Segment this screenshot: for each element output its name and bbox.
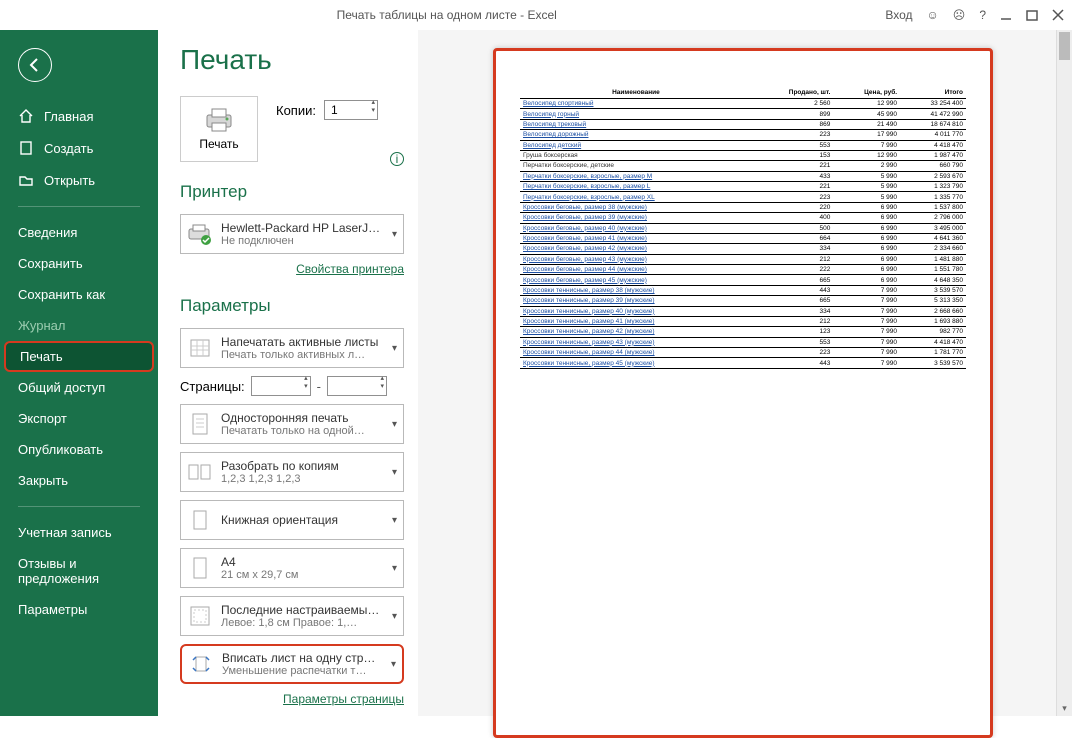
sidebar-label: Открыть xyxy=(44,173,95,188)
printer-name: Hewlett-Packard HP LaserJe… xyxy=(221,221,382,235)
sided-dropdown[interactable]: Односторонняя печатьПечатать только на о… xyxy=(180,404,404,444)
new-icon xyxy=(18,140,34,156)
printer-properties-link[interactable]: Свойства принтера xyxy=(180,262,404,276)
sidebar-label: Опубликовать xyxy=(18,442,103,457)
back-button[interactable] xyxy=(18,48,52,82)
page-single-icon xyxy=(187,409,213,439)
copies-label: Копии: xyxy=(276,103,316,118)
print-what-dropdown[interactable]: Напечатать активные листыПечать только а… xyxy=(180,328,404,368)
sidebar-label: Учетная запись xyxy=(18,525,112,540)
scroll-thumb[interactable] xyxy=(1059,32,1070,60)
chevron-down-icon: ▾ xyxy=(390,229,397,240)
sidebar-item-save[interactable]: Сохранить xyxy=(0,248,158,279)
page-title: Печать xyxy=(180,44,404,76)
preview-scrollbar[interactable]: ▴ ▾ xyxy=(1056,30,1072,716)
minimize-icon[interactable] xyxy=(1000,9,1012,21)
sidebar-item-export[interactable]: Экспорт xyxy=(0,403,158,434)
divider xyxy=(18,506,140,507)
preview-page: НаименованиеПродано, шт.Цена, руб.ИтогоВ… xyxy=(493,48,993,738)
margins-dropdown[interactable]: Последние настраиваемы…Левое: 1,8 см Пра… xyxy=(180,596,404,636)
copies-input[interactable]: 1 xyxy=(324,100,378,120)
sidebar-item-feedback[interactable]: Отзывы и предложения xyxy=(0,548,158,594)
pages-to-input[interactable] xyxy=(327,376,387,396)
folder-open-icon xyxy=(18,172,34,188)
printer-icon xyxy=(203,107,235,133)
chevron-down-icon: ▾ xyxy=(390,515,397,526)
print-preview-area: НаименованиеПродано, шт.Цена, руб.ИтогоВ… xyxy=(418,30,1072,716)
home-icon xyxy=(18,108,34,124)
portrait-icon xyxy=(187,505,213,535)
sidebar-label: Главная xyxy=(44,109,93,124)
params-heading: Параметры xyxy=(180,296,404,316)
backstage-sidebar: Главная Создать Открыть Сведения Сохрани… xyxy=(0,30,158,716)
maximize-icon[interactable] xyxy=(1026,9,1038,21)
sidebar-label: Общий доступ xyxy=(18,380,105,395)
sidebar-item-new[interactable]: Создать xyxy=(0,132,158,164)
sidebar-label: Экспорт xyxy=(18,411,67,426)
face-sad-icon[interactable]: ☹ xyxy=(953,8,966,22)
print-settings-panel: Печать Печать Копии: 1 Принтер i xyxy=(158,30,418,716)
sidebar-label: Параметры xyxy=(18,602,87,617)
margins-icon xyxy=(187,601,213,631)
sidebar-item-open[interactable]: Открыть xyxy=(0,164,158,196)
print-button-label: Печать xyxy=(199,137,238,151)
sheets-icon xyxy=(187,333,213,363)
sidebar-label: Сведения xyxy=(18,225,77,240)
print-button[interactable]: Печать xyxy=(180,96,258,162)
sidebar-label: Журнал xyxy=(18,318,65,333)
chevron-down-icon: ▾ xyxy=(390,343,397,354)
scaling-dropdown[interactable]: Вписать лист на одну стра…Уменьшение рас… xyxy=(180,644,404,684)
arrow-left-icon xyxy=(27,57,43,73)
orientation-dropdown[interactable]: Книжная ориентация ▾ xyxy=(180,500,404,540)
sidebar-item-close[interactable]: Закрыть xyxy=(0,465,158,496)
sidebar-item-history: Журнал xyxy=(0,310,158,341)
sidebar-label: Печать xyxy=(20,349,63,364)
face-happy-icon[interactable]: ☺ xyxy=(927,8,939,22)
sidebar-item-saveas[interactable]: Сохранить как xyxy=(0,279,158,310)
chevron-down-icon: ▾ xyxy=(390,467,397,478)
printer-status: Не подключен xyxy=(221,235,382,247)
page-setup-link[interactable]: Параметры страницы xyxy=(180,692,404,706)
sidebar-item-account[interactable]: Учетная запись xyxy=(0,517,158,548)
paper-dropdown[interactable]: A421 см x 29,7 см ▾ xyxy=(180,548,404,588)
collate-icon xyxy=(187,457,213,487)
preview-table: НаименованиеПродано, шт.Цена, руб.ИтогоВ… xyxy=(520,87,966,369)
collate-dropdown[interactable]: Разобрать по копиям1,2,3 1,2,3 1,2,3 ▾ xyxy=(180,452,404,492)
sidebar-label: Сохранить как xyxy=(18,287,105,302)
sidebar-item-home[interactable]: Главная xyxy=(0,100,158,132)
printer-status-icon xyxy=(187,219,213,249)
fit-page-icon xyxy=(188,649,214,679)
scroll-down-icon[interactable]: ▾ xyxy=(1057,703,1072,714)
sidebar-item-options[interactable]: Параметры xyxy=(0,594,158,625)
chevron-down-icon: ▾ xyxy=(390,419,397,430)
pages-label: Страницы: xyxy=(180,379,245,394)
window-title: Печать таблицы на одном листе - Excel xyxy=(8,8,885,22)
sidebar-label: Сохранить xyxy=(18,256,83,271)
sidebar-item-print[interactable]: Печать xyxy=(4,341,154,372)
divider xyxy=(18,206,140,207)
chevron-down-icon: ▾ xyxy=(390,611,397,622)
pages-from-input[interactable] xyxy=(251,376,311,396)
sidebar-label: Создать xyxy=(44,141,93,156)
printer-dropdown[interactable]: Hewlett-Packard HP LaserJe… Не подключен… xyxy=(180,214,404,254)
sidebar-item-info[interactable]: Сведения xyxy=(0,217,158,248)
dash: - xyxy=(317,379,321,394)
printer-heading: Принтер xyxy=(180,182,404,202)
chevron-down-icon: ▾ xyxy=(390,563,397,574)
chevron-down-icon: ▾ xyxy=(389,659,396,670)
sidebar-item-share[interactable]: Общий доступ xyxy=(0,372,158,403)
titlebar: Печать таблицы на одном листе - Excel Вх… xyxy=(0,0,1072,30)
close-icon[interactable] xyxy=(1052,9,1064,21)
sidebar-label: Отзывы и предложения xyxy=(18,556,140,586)
help-icon[interactable]: ? xyxy=(979,8,986,22)
login-link[interactable]: Вход xyxy=(885,8,912,22)
info-icon[interactable]: i xyxy=(390,152,404,166)
paper-icon xyxy=(187,553,213,583)
sidebar-label: Закрыть xyxy=(18,473,68,488)
sidebar-item-publish[interactable]: Опубликовать xyxy=(0,434,158,465)
